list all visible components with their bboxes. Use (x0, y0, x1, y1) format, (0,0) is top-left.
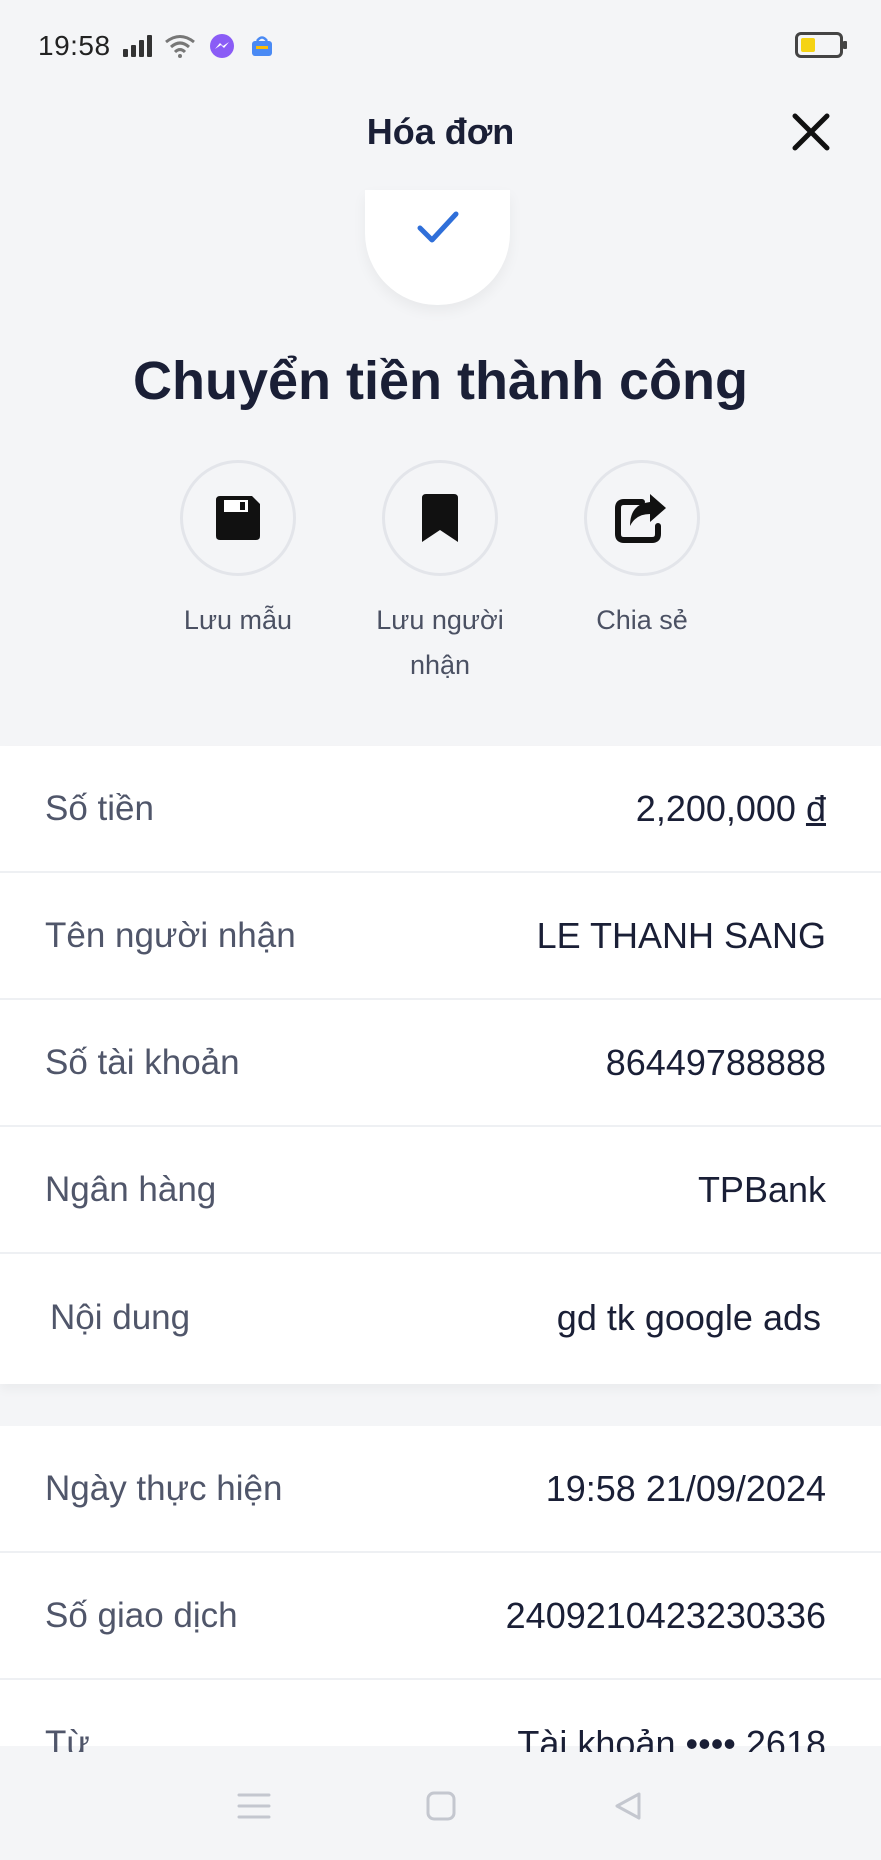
success-title: Chuyển tiền thành công (133, 351, 748, 411)
checkmark-icon (417, 211, 458, 243)
home-icon (426, 1791, 455, 1821)
transaction-id-row: Số giao dịch 2409210423230336 (0, 1553, 881, 1680)
back-button[interactable] (608, 1786, 648, 1826)
share-circle (584, 460, 700, 576)
menu-icon (237, 1793, 270, 1819)
close-button[interactable] (787, 108, 835, 156)
save-template-button[interactable]: Lưu mẫu (148, 460, 328, 643)
bank-label: Ngân hàng (45, 1169, 217, 1209)
amount-label: Số tiền (45, 788, 154, 828)
share-label: Chia sẻ (596, 605, 688, 635)
system-nav-bar (0, 1752, 881, 1860)
amount-value: 2,200,000 đ (636, 788, 826, 830)
status-icons (122, 32, 276, 60)
battery-icon (795, 32, 847, 58)
account-row: Số tài khoản 86449788888 (0, 1000, 881, 1127)
transaction-id-value: 2409210423230336 (505, 1594, 826, 1636)
menu-button[interactable] (234, 1786, 274, 1826)
recipient-label: Tên người nhận (45, 915, 296, 955)
date-label: Ngày thực hiện (45, 1468, 283, 1508)
success-badge (365, 190, 510, 305)
close-icon (792, 113, 830, 151)
transfer-details-card: Số tiền 2,200,000 đ Tên người nhận LE TH… (0, 746, 881, 1384)
account-label: Số tài khoản (45, 1042, 240, 1082)
date-value: 19:58 21/09/2024 (545, 1467, 826, 1509)
status-time: 19:58 (38, 30, 111, 61)
bookmark-icon (422, 494, 458, 542)
content-row: Nội dung gd tk google ads (0, 1254, 881, 1381)
recipient-row: Tên người nhận LE THANH SANG (0, 873, 881, 1000)
store-icon (248, 32, 276, 60)
save-recipient-circle (382, 460, 498, 576)
transaction-info-card: Ngày thực hiện 19:58 21/09/2024 Số giao … (0, 1426, 881, 1764)
content-value: gd tk google ads (556, 1296, 821, 1338)
amount-number: 2,200,000 (635, 787, 796, 829)
share-icon (615, 494, 666, 543)
home-button[interactable] (421, 1786, 461, 1826)
content-label: Nội dung (50, 1297, 191, 1337)
save-template-circle (180, 460, 296, 576)
quick-actions: Lưu mẫu Lưu người nhận Chia sẻ (0, 460, 881, 700)
share-button[interactable]: Chia sẻ (552, 460, 732, 643)
amount-row: Số tiền 2,200,000 đ (0, 746, 881, 873)
recipient-value: LE THANH SANG (536, 914, 826, 956)
battery-level (801, 38, 816, 52)
date-row: Ngày thực hiện 19:58 21/09/2024 (0, 1426, 881, 1553)
wifi-icon (164, 35, 195, 58)
transaction-id-label: Số giao dịch (45, 1595, 238, 1635)
signal-icon (122, 35, 152, 57)
currency-symbol: đ (805, 787, 826, 829)
page-title: Hóa đơn (366, 111, 515, 152)
floppy-disk-icon (216, 496, 260, 540)
save-template-label: Lưu mẫu (183, 605, 293, 635)
messenger-icon (208, 32, 236, 60)
account-value: 86449788888 (605, 1041, 826, 1083)
back-icon (615, 1792, 640, 1820)
status-bar: 19:58 (0, 0, 881, 92)
bank-value: TPBank (697, 1168, 826, 1210)
save-recipient-button[interactable]: Lưu người nhận (350, 460, 530, 688)
header: Hóa đơn (0, 92, 881, 172)
bank-row: Ngân hàng TPBank (0, 1127, 881, 1254)
save-recipient-label: Lưu người nhận (376, 605, 504, 680)
